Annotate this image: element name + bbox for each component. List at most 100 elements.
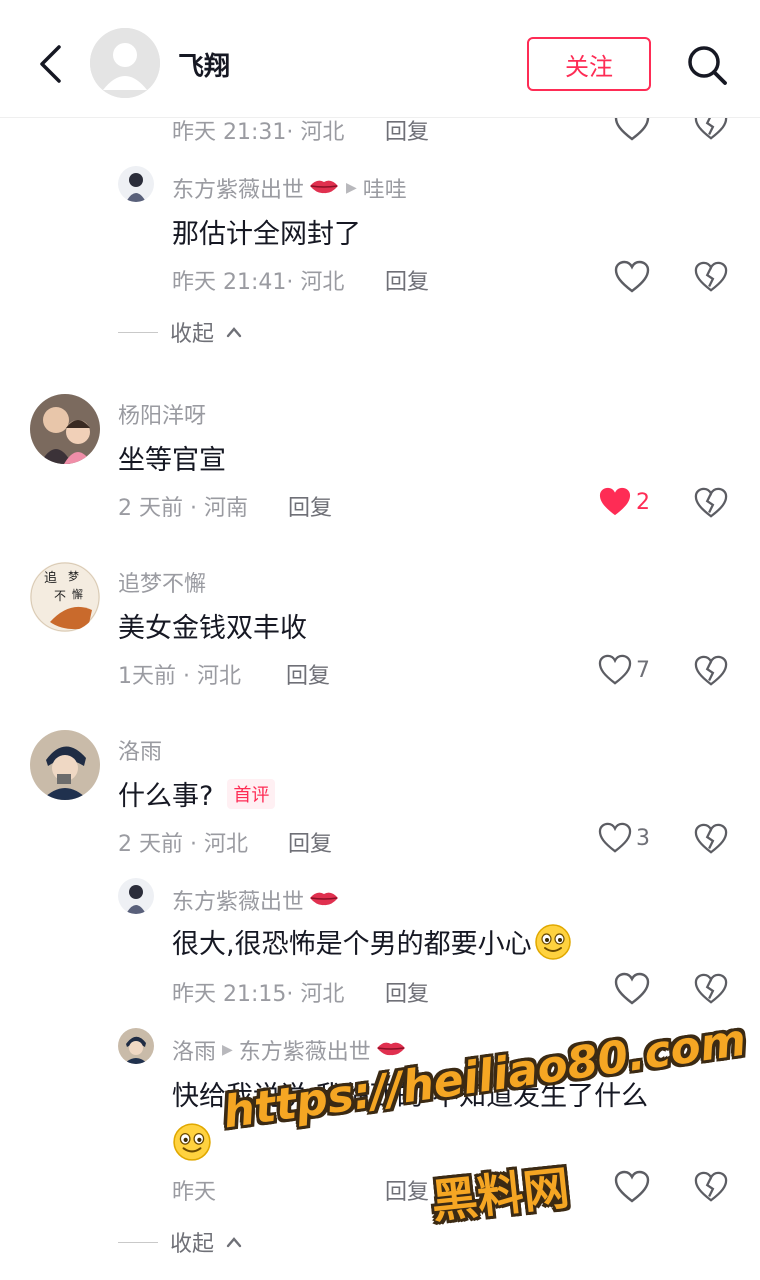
avatar[interactable]: 追 梦 不 懈 xyxy=(30,562,100,632)
page-title: 飞翔 xyxy=(178,52,231,82)
author-name[interactable]: 洛雨 xyxy=(118,734,162,766)
reply-button[interactable]: 回复 xyxy=(288,490,332,522)
avatar-image xyxy=(30,730,100,800)
follow-button[interactable]: 关注 xyxy=(527,37,651,91)
like-count: 7 xyxy=(636,657,650,683)
avatar-image: 追 梦 不 懈 xyxy=(30,562,100,632)
avatar-image xyxy=(118,1028,154,1064)
author-name[interactable]: 杨阳洋呀 xyxy=(118,398,206,430)
comment-body: 什么事? 首评 xyxy=(118,774,276,813)
broken-heart-icon xyxy=(694,973,728,1004)
like-count: 2 xyxy=(636,489,650,515)
broken-heart-icon xyxy=(694,487,728,518)
svg-text:不: 不 xyxy=(54,589,66,603)
avatar[interactable] xyxy=(90,28,160,98)
heart-icon xyxy=(614,972,650,1005)
avatar[interactable] xyxy=(30,730,100,800)
dislike-button[interactable] xyxy=(694,486,728,524)
reply-button[interactable]: 回复 xyxy=(288,826,332,858)
comment-text: 美女金钱双丰收 xyxy=(118,613,307,644)
comment-meta: 1天前 · 河北 xyxy=(118,664,241,689)
comment-body: 很大,很恐怖是个男的都要小心 xyxy=(172,922,572,961)
comment-text: 什么事? xyxy=(118,781,214,812)
comment-text: 坐等官宣 xyxy=(118,445,226,476)
comment-text: 很大,很恐怖是个男的都要小心 xyxy=(172,929,532,960)
search-button[interactable] xyxy=(680,38,734,92)
comment-emoji xyxy=(172,1122,212,1166)
reply-button[interactable]: 回复 xyxy=(385,264,429,296)
heart-icon xyxy=(598,654,632,685)
avatar[interactable] xyxy=(118,166,154,202)
dislike-button[interactable] xyxy=(694,654,728,692)
divider xyxy=(118,331,158,333)
author-name[interactable]: 东方紫薇出世 xyxy=(172,172,304,204)
lips-emoji-icon xyxy=(375,1038,407,1063)
collapse-label: 收起 xyxy=(170,1232,215,1257)
default-avatar-icon xyxy=(90,28,160,98)
heart-icon xyxy=(614,260,650,293)
avatar[interactable] xyxy=(30,394,100,464)
like-button[interactable] xyxy=(614,972,650,1006)
broken-heart-icon xyxy=(694,823,728,854)
smile-emoji-icon xyxy=(173,1123,211,1161)
reply-button[interactable]: 回复 xyxy=(385,976,429,1008)
reply-target[interactable]: 哇哇 xyxy=(363,172,407,204)
chevron-left-icon xyxy=(40,45,61,83)
collapse-replies-button[interactable]: 收起 xyxy=(118,316,242,348)
dislike-button[interactable] xyxy=(694,1170,728,1208)
dislike-button[interactable] xyxy=(694,822,728,860)
author-name[interactable]: 追梦不懈 xyxy=(118,566,206,598)
comment-author: 东方紫薇出世 ▶ 哇哇 xyxy=(172,172,407,204)
divider xyxy=(118,1241,158,1243)
heart-filled-icon xyxy=(599,487,631,516)
chevron-up-icon xyxy=(226,1237,242,1248)
like-button[interactable]: 3 xyxy=(598,822,650,854)
avatar-image xyxy=(118,166,154,202)
avatar-image xyxy=(30,394,100,464)
svg-text:懈: 懈 xyxy=(72,587,83,601)
avatar[interactable] xyxy=(118,1028,154,1064)
author-name[interactable]: 东方紫薇出世 xyxy=(172,884,304,916)
avatar-image xyxy=(118,878,154,914)
comment-author: 东方紫薇出世 xyxy=(172,884,340,916)
like-button[interactable] xyxy=(614,1170,650,1204)
author-name[interactable]: 洛雨 xyxy=(172,1034,216,1066)
lips-emoji-icon xyxy=(308,888,340,913)
comment-author: 洛雨 ▶ 东方紫薇出世 xyxy=(172,1034,407,1066)
collapse-label: 收起 xyxy=(170,322,215,347)
comment-meta: 2 天前 · 河南 xyxy=(118,496,248,521)
dislike-button[interactable] xyxy=(694,972,728,1010)
comment-text: 那估计全网封了 xyxy=(172,219,361,250)
first-comment-badge: 首评 xyxy=(227,778,276,809)
watermark-site: 黑料网 xyxy=(428,1160,572,1229)
reply-button[interactable]: 回复 xyxy=(385,114,429,146)
reply-button[interactable]: 回复 xyxy=(385,1174,429,1206)
comment-meta: 昨天 21:31· 河北 xyxy=(172,120,345,145)
comment-meta: 昨天 21:15· 河北 xyxy=(172,982,345,1007)
reply-arrow-icon: ▶ xyxy=(222,1042,233,1058)
comment-meta: 2 天前 · 河北 xyxy=(118,832,248,857)
comment-meta: 昨天 xyxy=(172,1180,217,1205)
like-count: 3 xyxy=(636,825,650,851)
back-button[interactable] xyxy=(28,36,72,92)
dislike-button[interactable] xyxy=(694,260,728,298)
lips-emoji-icon xyxy=(308,176,340,201)
reply-button[interactable]: 回复 xyxy=(286,658,330,690)
heart-icon xyxy=(598,822,632,853)
broken-heart-icon xyxy=(694,261,728,292)
like-button[interactable]: 2 xyxy=(598,486,650,518)
top-bar: 飞翔 关注 xyxy=(0,0,760,118)
chevron-up-icon xyxy=(226,327,242,338)
like-button[interactable] xyxy=(614,260,650,294)
search-icon xyxy=(688,46,727,85)
reply-target[interactable]: 东方紫薇出世 xyxy=(239,1034,371,1066)
broken-heart-icon xyxy=(694,655,728,686)
broken-heart-icon xyxy=(694,1171,728,1202)
like-button[interactable]: 7 xyxy=(598,654,650,686)
avatar[interactable] xyxy=(118,878,154,914)
collapse-replies-button[interactable]: 收起 xyxy=(118,1226,242,1258)
svg-text:追: 追 xyxy=(44,570,57,586)
heart-icon xyxy=(614,1170,650,1203)
comment-meta: 昨天 21:41· 河北 xyxy=(172,270,345,295)
reply-arrow-icon: ▶ xyxy=(346,180,357,196)
